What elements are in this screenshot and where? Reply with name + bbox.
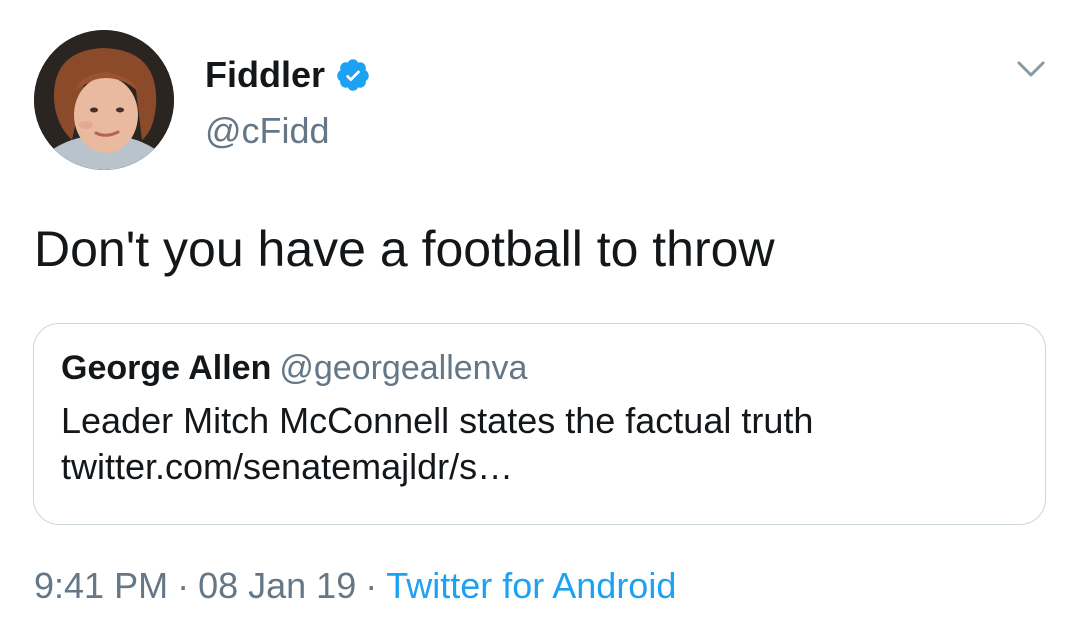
author-display-name[interactable]: Fiddler	[205, 54, 325, 96]
avatar-image	[34, 30, 174, 170]
tweet-source-link[interactable]: Twitter for Android	[386, 565, 676, 606]
meta-separator: ·	[177, 565, 190, 606]
quoted-author-handle: @georgeallenva	[279, 349, 528, 387]
tweet-text: Don't you have a football to throw	[34, 221, 775, 277]
verified-badge-icon	[335, 57, 371, 93]
quoted-tweet-line-1: Leader Mitch McConnell states the factua…	[61, 400, 814, 441]
tweet-card: Fiddler @cFidd Don't you have a football…	[0, 0, 1067, 644]
author-handle[interactable]: @cFidd	[205, 110, 330, 152]
tweet-meta: 9:41 PM · 08 Jan 19 · Twitter for Android	[34, 564, 676, 608]
quoted-tweet-card[interactable]: George Allen @georgeallenva Leader Mitch …	[33, 323, 1046, 525]
chevron-down-icon[interactable]	[1015, 55, 1047, 83]
author-name-row: Fiddler	[205, 54, 371, 96]
quoted-tweet-body: Leader Mitch McConnell states the factua…	[61, 398, 813, 490]
meta-separator: ·	[365, 565, 378, 606]
tweet-time[interactable]: 9:41 PM	[34, 565, 168, 606]
quoted-tweet-header: George Allen @georgeallenva	[61, 348, 527, 388]
quoted-tweet-line-2: twitter.com/senatemajldr/s…	[61, 446, 514, 487]
avatar[interactable]	[34, 30, 174, 170]
quoted-author-name: George Allen	[61, 349, 272, 387]
tweet-date[interactable]: 08 Jan 19	[198, 565, 356, 606]
